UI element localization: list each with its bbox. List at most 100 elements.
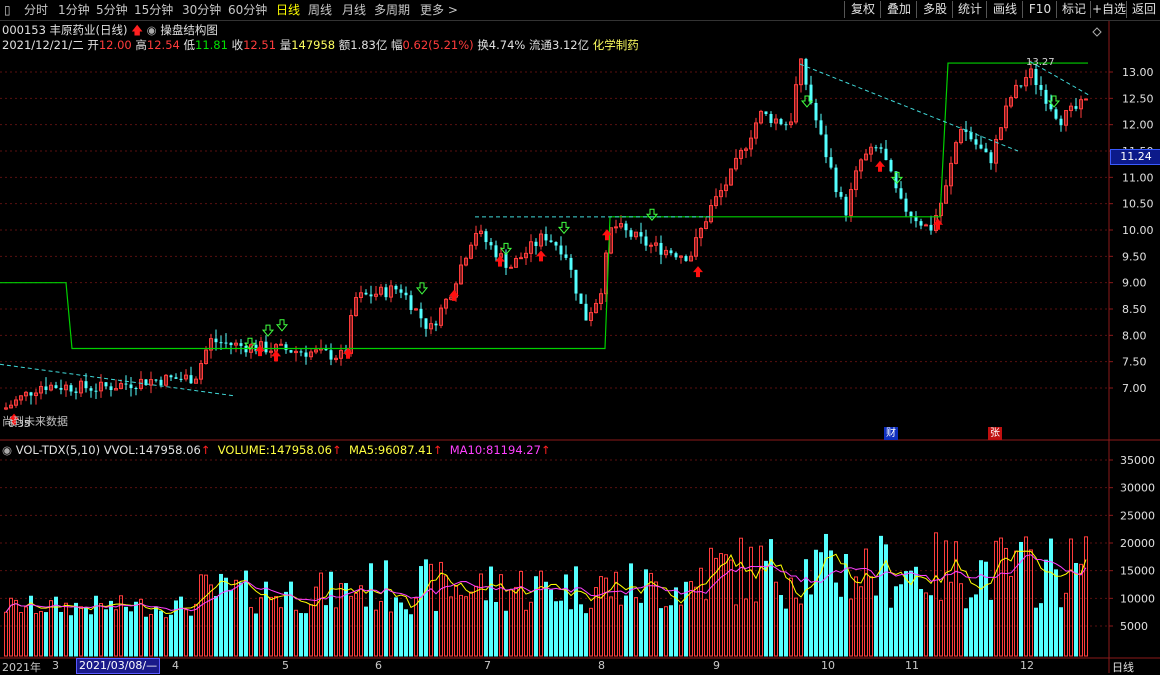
volume-bar xyxy=(74,602,78,657)
volume-bar xyxy=(364,606,368,657)
candle-body xyxy=(59,388,63,390)
candle-body xyxy=(384,287,388,298)
candle-body xyxy=(929,224,933,231)
toolbar-button-5[interactable]: F10 xyxy=(1022,1,1057,18)
sell-arrow-icon xyxy=(645,208,659,221)
candle-body xyxy=(489,242,493,246)
price-tick: 11.00 xyxy=(1122,171,1154,184)
volume-bar xyxy=(294,609,298,657)
period-tab-2[interactable]: 5分钟 xyxy=(96,2,128,18)
candle-body xyxy=(504,253,508,268)
volume-bar xyxy=(69,615,73,657)
volume-bar xyxy=(259,597,263,657)
toolbar-button-2[interactable]: 多股 xyxy=(916,1,953,18)
toolbar-button-8[interactable]: 返回 xyxy=(1126,1,1160,18)
volume-bar xyxy=(824,533,828,657)
period-tab-10[interactable]: 更多 > xyxy=(420,2,458,18)
candle-body xyxy=(569,257,573,270)
volume-bar xyxy=(709,547,713,657)
period-tab-5[interactable]: 60分钟 xyxy=(228,2,267,18)
price-tick: 8.00 xyxy=(1122,329,1147,342)
volume-bar xyxy=(354,592,358,657)
candle-body xyxy=(74,391,78,393)
volume-bar xyxy=(334,607,338,657)
period-tab-6[interactable]: 日线 xyxy=(276,2,300,18)
price-tick: 7.00 xyxy=(1122,382,1147,395)
toolbar-button-3[interactable]: 统计 xyxy=(952,1,987,18)
radio-circle-icon[interactable]: ◉ xyxy=(147,23,157,37)
volume-bar xyxy=(539,570,543,657)
volume-value: 147958.06 xyxy=(269,443,332,457)
volume-bar xyxy=(144,616,148,657)
volume-bar xyxy=(164,617,168,657)
toolbar-button-6[interactable]: 标记 xyxy=(1056,1,1091,18)
vol-collapse-icon[interactable]: ◉ xyxy=(2,443,12,457)
volume-bar xyxy=(699,567,703,657)
volume-bar xyxy=(14,599,18,657)
volume-bar xyxy=(484,600,488,657)
buy-arrow-icon xyxy=(693,266,703,278)
volume-bar xyxy=(834,582,838,657)
volume-bar xyxy=(634,597,638,657)
volume-bar xyxy=(924,592,928,657)
toolbar-button-7[interactable]: +自选 xyxy=(1090,1,1127,18)
candle-body xyxy=(419,308,423,319)
candle-body xyxy=(239,343,243,346)
sell-arrow-icon xyxy=(415,282,429,295)
volume-bar xyxy=(109,600,113,657)
candle-body xyxy=(69,385,73,392)
volume-bar xyxy=(409,614,413,657)
volume-tick: 10000 xyxy=(1120,592,1155,605)
toolbar-button-1[interactable]: 叠加 xyxy=(880,1,917,18)
candle-body xyxy=(979,144,983,149)
menu-icon[interactable]: ▯ xyxy=(4,2,11,18)
volume-bar xyxy=(414,597,418,657)
period-tab-4[interactable]: 30分钟 xyxy=(182,2,221,18)
period-toolbar: 分时 1分钟 5分钟 15分钟 30分钟 60分钟 日线 周线 月线 多周期 更多 > ▯ 复权 叠加 多股… xyxy=(0,0,1160,21)
news-event-mark[interactable]: 张 xyxy=(988,427,1002,440)
volume-bar xyxy=(1039,603,1043,657)
period-tab-0[interactable]: 分时 xyxy=(24,2,48,18)
volume-tick: 30000 xyxy=(1120,482,1155,495)
candle-body xyxy=(1019,85,1023,87)
finance-event-mark[interactable]: 财 xyxy=(884,427,898,440)
volume-bar xyxy=(654,581,658,657)
period-tab-8[interactable]: 月线 xyxy=(342,2,366,18)
candle-body xyxy=(44,386,48,390)
vvol-value: 147958.06 xyxy=(138,443,201,457)
buy-arrow-icon xyxy=(536,250,546,262)
period-tab-1[interactable]: 1分钟 xyxy=(58,2,90,18)
volume-bar xyxy=(724,554,728,657)
indicator-name[interactable]: 操盘结构图 xyxy=(160,23,218,37)
volume-bar xyxy=(869,576,873,657)
volume-bar xyxy=(579,604,583,657)
volume-bar xyxy=(904,571,908,657)
volume-bar xyxy=(764,560,768,657)
period-tab-9[interactable]: 多周期 xyxy=(374,2,410,18)
volume-bar xyxy=(1009,575,1013,657)
up-arrow-icon: ↑ xyxy=(331,443,342,457)
candle-body xyxy=(984,148,988,153)
candle-body xyxy=(1054,109,1058,119)
toolbar-button-4[interactable]: 画线 xyxy=(986,1,1023,18)
chart-canvas[interactable]: 13.0012.5012.0011.5011.0010.5010.009.509… xyxy=(0,0,1160,673)
change-label: 幅 xyxy=(391,38,403,52)
sector[interactable]: 化学制药 xyxy=(593,38,639,52)
period-tab-7[interactable]: 周线 xyxy=(308,2,332,18)
candle-body xyxy=(1044,89,1048,104)
volume-tick: 5000 xyxy=(1120,620,1148,633)
toolbar-button-0[interactable]: 复权 xyxy=(844,1,881,18)
candle-body xyxy=(784,124,788,126)
low-price-marker: 6.35 xyxy=(8,419,31,430)
candle-body xyxy=(819,120,823,135)
volume-bar xyxy=(289,581,293,657)
volume-bar xyxy=(519,570,523,657)
period-tab-3[interactable]: 15分钟 xyxy=(134,2,173,18)
volume-bar xyxy=(454,584,458,657)
volume-bar xyxy=(154,606,158,657)
vol-title[interactable]: VOL-TDX(5,10) xyxy=(16,443,100,457)
volume-bar xyxy=(79,606,83,657)
volume-bar xyxy=(999,537,1003,657)
volume-bar xyxy=(704,599,708,657)
volume-bar xyxy=(1049,538,1053,657)
